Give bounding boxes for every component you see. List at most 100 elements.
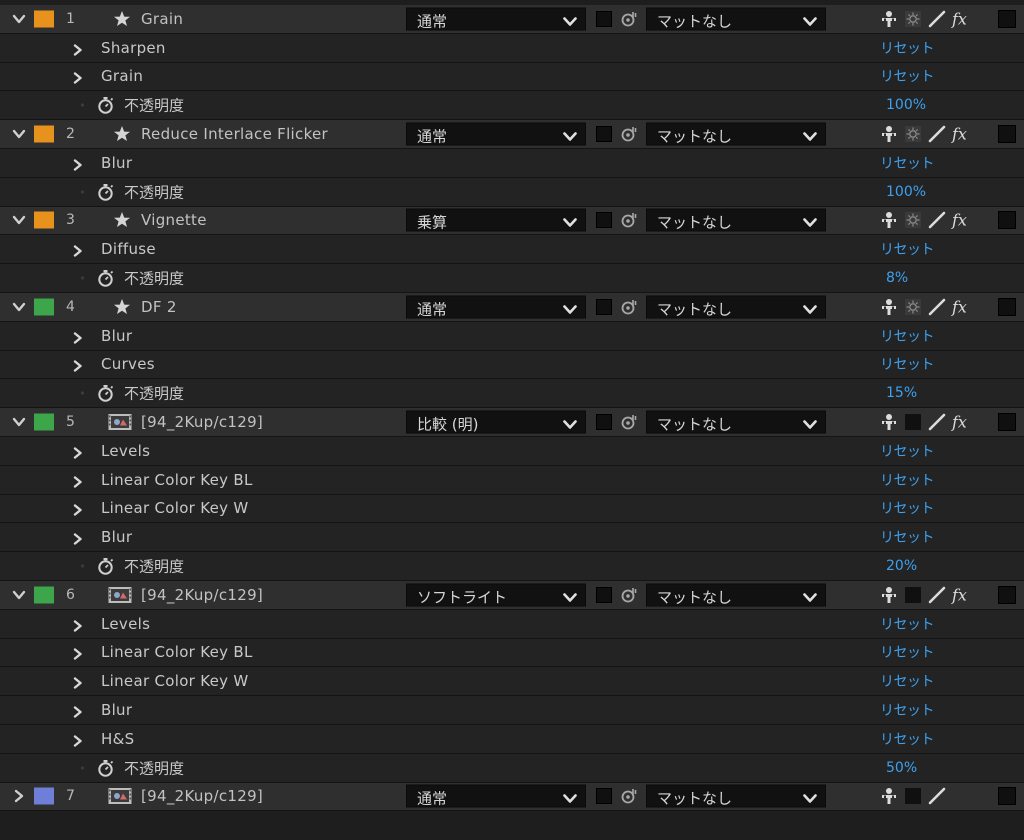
shy-icon[interactable] (880, 586, 898, 604)
adjustment-layer-checkbox[interactable] (998, 9, 1016, 28)
opacity-value[interactable]: 100% (886, 97, 926, 113)
reset-link[interactable]: リセット (880, 38, 935, 58)
chevron-right-icon[interactable] (72, 474, 84, 488)
opacity-value[interactable]: 20% (886, 558, 917, 574)
collapse-transform-icon[interactable] (905, 126, 921, 143)
opacity-value[interactable]: 15% (886, 385, 917, 401)
collapse-transform-icon[interactable] (905, 10, 921, 27)
collapse-transform-icon[interactable] (905, 298, 921, 315)
shy-icon[interactable] (880, 298, 898, 316)
track-matte-dropdown[interactable]: マットなし (646, 784, 826, 808)
preserve-transparency-checkbox[interactable] (596, 10, 612, 27)
blend-mode-dropdown[interactable]: 乗算 (406, 208, 586, 232)
track-matte-dropdown[interactable]: マットなし (646, 122, 826, 146)
shy-icon[interactable] (880, 125, 898, 143)
shy-icon[interactable] (880, 10, 898, 28)
track-matte-link-icon[interactable] (620, 211, 638, 229)
shy-icon[interactable] (880, 787, 898, 805)
reset-link[interactable]: リセット (880, 354, 935, 374)
chevron-right-icon[interactable] (72, 675, 84, 689)
preserve-transparency-checkbox[interactable] (596, 586, 612, 603)
label-color-swatch[interactable] (34, 413, 54, 431)
adjustment-layer-checkbox[interactable] (998, 787, 1016, 806)
label-color-swatch[interactable] (34, 586, 54, 604)
quality-slash-icon[interactable] (928, 586, 946, 604)
fx-icon[interactable]: fx (952, 585, 967, 604)
chevron-down-icon[interactable] (12, 12, 26, 26)
collapse-transform-switch[interactable] (905, 788, 921, 805)
collapse-transform-switch[interactable] (905, 586, 921, 603)
reset-link[interactable]: リセット (880, 326, 935, 346)
track-matte-dropdown[interactable]: マットなし (646, 410, 826, 434)
reset-link[interactable]: リセット (880, 441, 935, 461)
reset-link[interactable]: リセット (880, 700, 935, 720)
chevron-down-icon[interactable] (12, 213, 26, 227)
reset-link[interactable]: リセット (880, 642, 935, 662)
opacity-value[interactable]: 50% (886, 760, 917, 776)
quality-slash-icon[interactable] (928, 10, 946, 28)
quality-slash-icon[interactable] (928, 298, 946, 316)
chevron-right-icon[interactable] (72, 330, 84, 344)
blend-mode-dropdown[interactable]: ソフトライト (406, 583, 586, 607)
label-color-swatch[interactable] (34, 10, 54, 28)
stopwatch-icon[interactable] (96, 758, 115, 777)
track-matte-link-icon[interactable] (620, 125, 638, 143)
fx-icon[interactable]: fx (952, 125, 967, 144)
track-matte-dropdown[interactable]: マットなし (646, 7, 826, 31)
reset-link[interactable]: リセット (880, 66, 935, 86)
preserve-transparency-checkbox[interactable] (596, 126, 612, 143)
fx-icon[interactable]: fx (952, 9, 967, 28)
quality-slash-icon[interactable] (928, 787, 946, 805)
layer-name[interactable]: Vignette (141, 211, 207, 229)
shy-icon[interactable] (880, 413, 898, 431)
chevron-right-icon[interactable] (72, 704, 84, 718)
track-matte-link-icon[interactable] (620, 413, 638, 431)
reset-link[interactable]: リセット (880, 671, 935, 691)
adjustment-layer-checkbox[interactable] (998, 585, 1016, 604)
chevron-right-icon[interactable] (72, 42, 84, 56)
stopwatch-icon[interactable] (96, 269, 115, 288)
fx-icon[interactable]: fx (952, 211, 967, 230)
opacity-value[interactable]: 8% (886, 270, 908, 286)
fx-icon[interactable]: fx (952, 297, 967, 316)
reset-link[interactable]: リセット (880, 153, 935, 173)
layer-name[interactable]: DF 2 (141, 298, 177, 316)
stopwatch-icon[interactable] (96, 96, 115, 115)
blend-mode-dropdown[interactable]: 比較 (明) (406, 410, 586, 434)
adjustment-layer-checkbox[interactable] (998, 125, 1016, 144)
reset-link[interactable]: リセット (880, 470, 935, 490)
stopwatch-icon[interactable] (96, 182, 115, 201)
preserve-transparency-checkbox[interactable] (596, 212, 612, 229)
reset-link[interactable]: リセット (880, 527, 935, 547)
chevron-right-icon[interactable] (72, 618, 84, 632)
label-color-swatch[interactable] (34, 298, 54, 316)
preserve-transparency-checkbox[interactable] (596, 414, 612, 431)
stopwatch-icon[interactable] (96, 384, 115, 403)
chevron-right-icon[interactable] (12, 789, 26, 803)
blend-mode-dropdown[interactable]: 通常 (406, 7, 586, 31)
track-matte-link-icon[interactable] (620, 586, 638, 604)
chevron-down-icon[interactable] (12, 127, 26, 141)
chevron-down-icon[interactable] (12, 300, 26, 314)
blend-mode-dropdown[interactable]: 通常 (406, 295, 586, 319)
chevron-right-icon[interactable] (72, 733, 84, 747)
blend-mode-dropdown[interactable]: 通常 (406, 784, 586, 808)
track-matte-link-icon[interactable] (620, 10, 638, 28)
chevron-right-icon[interactable] (72, 531, 84, 545)
quality-slash-icon[interactable] (928, 125, 946, 143)
adjustment-layer-checkbox[interactable] (998, 211, 1016, 230)
layer-name[interactable]: [94_2Kup/c129] (141, 586, 263, 604)
label-color-swatch[interactable] (34, 787, 54, 805)
label-color-swatch[interactable] (34, 125, 54, 143)
adjustment-layer-checkbox[interactable] (998, 297, 1016, 316)
chevron-right-icon[interactable] (72, 70, 84, 85)
opacity-value[interactable]: 100% (886, 184, 926, 200)
reset-link[interactable]: リセット (880, 498, 935, 518)
track-matte-dropdown[interactable]: マットなし (646, 295, 826, 319)
quality-slash-icon[interactable] (928, 211, 946, 229)
chevron-right-icon[interactable] (72, 243, 84, 257)
chevron-down-icon[interactable] (12, 415, 26, 429)
chevron-right-icon[interactable] (72, 646, 84, 661)
reset-link[interactable]: リセット (880, 729, 935, 749)
track-matte-link-icon[interactable] (620, 298, 638, 316)
